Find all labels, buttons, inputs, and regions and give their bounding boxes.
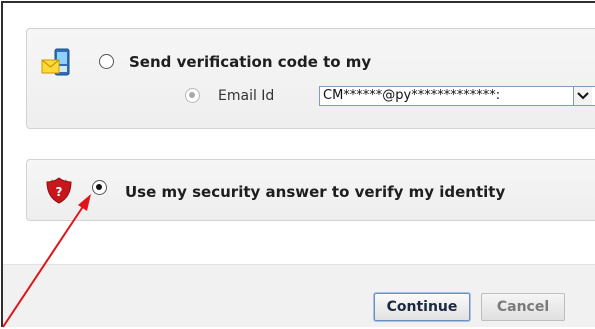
annotation-arrow xyxy=(2,194,91,328)
